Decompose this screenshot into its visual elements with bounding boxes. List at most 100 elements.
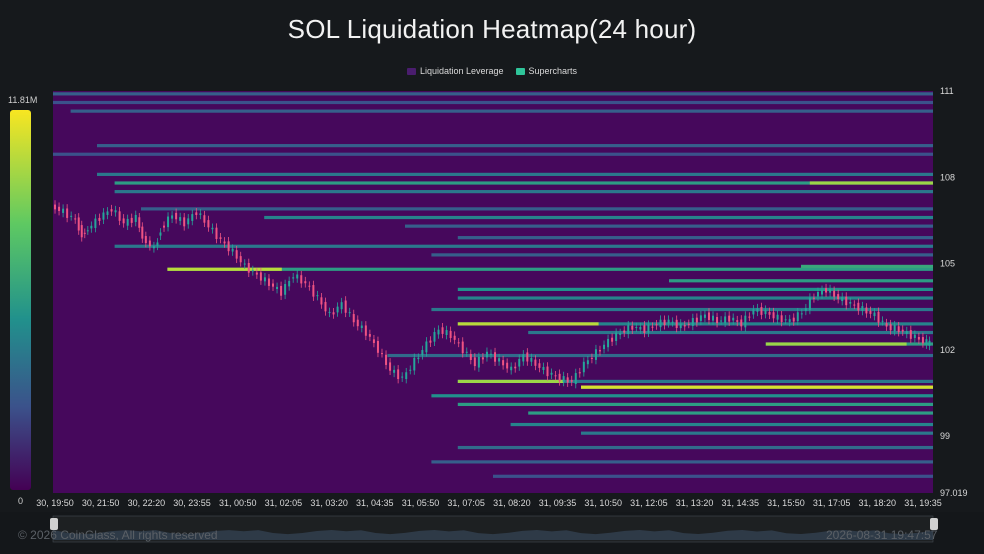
candle-body: [510, 366, 513, 371]
candle-body: [300, 275, 303, 284]
x-tick-label: 31, 15:50: [767, 498, 805, 508]
candle-body: [324, 301, 327, 312]
candle-body: [651, 326, 654, 328]
candle-body: [421, 350, 424, 356]
candle-body: [259, 272, 262, 281]
candle-body: [316, 295, 319, 297]
candle-body: [54, 204, 57, 210]
candle-body: [114, 210, 117, 213]
candle-body: [276, 286, 279, 290]
candle-body: [433, 332, 436, 342]
candle-body: [732, 317, 735, 321]
candle-body: [340, 302, 343, 310]
candle-body: [263, 277, 266, 282]
candle-body: [320, 297, 323, 305]
candle-body: [348, 312, 351, 314]
liquidation-band: [528, 411, 933, 415]
candle-body: [328, 311, 331, 313]
candle-body: [901, 329, 904, 332]
candle-body: [671, 321, 674, 323]
candle-body: [235, 250, 238, 259]
candle-body: [724, 316, 727, 323]
candle-body: [712, 315, 715, 321]
candle-body: [110, 209, 113, 212]
candle-body: [582, 361, 585, 373]
candle-body: [598, 350, 601, 352]
candle-body: [141, 226, 144, 239]
x-tick-label: 31, 13:20: [676, 498, 714, 508]
candle-body: [409, 369, 412, 371]
candle-body: [623, 330, 626, 333]
candle-body: [77, 217, 80, 231]
candle-body: [461, 341, 464, 354]
x-tick-label: 31, 17:05: [813, 498, 851, 508]
candle-body: [187, 218, 190, 225]
candle-body: [603, 344, 606, 350]
candle-body: [619, 333, 622, 335]
candle-body: [928, 340, 931, 346]
candle-body: [288, 280, 291, 287]
candle-body: [897, 326, 900, 333]
candle-body: [211, 227, 214, 230]
candle-body: [679, 323, 682, 329]
candle-body: [489, 353, 492, 355]
candle-body: [917, 336, 920, 340]
candle-body: [716, 317, 719, 324]
candle-body: [760, 307, 763, 315]
candle-body: [784, 319, 787, 321]
candle-body: [130, 217, 133, 223]
candle-body: [885, 323, 888, 327]
candle-body: [356, 319, 359, 327]
liquidation-band: [457, 287, 933, 291]
candle-body: [788, 319, 791, 322]
candle-body: [272, 283, 275, 287]
candle-body: [841, 296, 844, 302]
heatmap-chart[interactable]: 111 108 105 102 99 97.019 30, 19:50 30, 21:50 30…: [0, 0, 984, 554]
candle-body: [893, 325, 896, 332]
y-tick-label: 97.019: [940, 488, 968, 498]
candle-body: [376, 340, 379, 353]
candle-body: [707, 312, 710, 321]
x-tick-label: 31, 08:20: [493, 498, 531, 508]
candle-body: [744, 315, 747, 328]
candle-body: [816, 291, 819, 297]
candle-body: [352, 314, 355, 323]
candle-body: [425, 341, 428, 353]
candle-body: [152, 246, 155, 249]
candle-body: [393, 369, 396, 373]
liquidation-band: [53, 100, 933, 105]
candle-body: [703, 314, 706, 318]
candle-body: [909, 330, 912, 339]
x-tick-label: 30, 23:55: [173, 498, 211, 508]
candle-body: [98, 217, 101, 221]
candle-body: [481, 357, 484, 360]
candle-body: [764, 309, 767, 315]
x-tick-label: 31, 09:35: [539, 498, 577, 508]
x-tick-label: 31, 04:35: [356, 498, 394, 508]
candle-body: [251, 270, 254, 272]
liquidation-band: [457, 296, 933, 300]
candle-body: [445, 330, 448, 336]
candle-body: [554, 375, 557, 377]
candle-body: [80, 225, 83, 238]
candle-body: [457, 342, 460, 344]
candle-body: [667, 319, 670, 324]
candle-body: [530, 357, 533, 362]
liquidation-band-hot: [581, 385, 933, 389]
candle-body: [728, 315, 731, 322]
candle-body: [477, 356, 480, 368]
candle-body: [207, 220, 210, 228]
candle-body: [90, 225, 93, 229]
candle-body: [126, 218, 129, 226]
candle-body: [845, 296, 848, 306]
liquidation-band: [53, 152, 933, 156]
candle-body: [397, 369, 400, 380]
candle-body: [538, 363, 541, 368]
candle-body: [360, 325, 363, 329]
candle-body: [389, 362, 392, 371]
liquidation-band: [528, 330, 933, 335]
liquidation-band: [493, 474, 933, 478]
liquidation-band: [97, 172, 933, 176]
candle-body: [267, 278, 270, 286]
candle-body: [514, 366, 517, 369]
